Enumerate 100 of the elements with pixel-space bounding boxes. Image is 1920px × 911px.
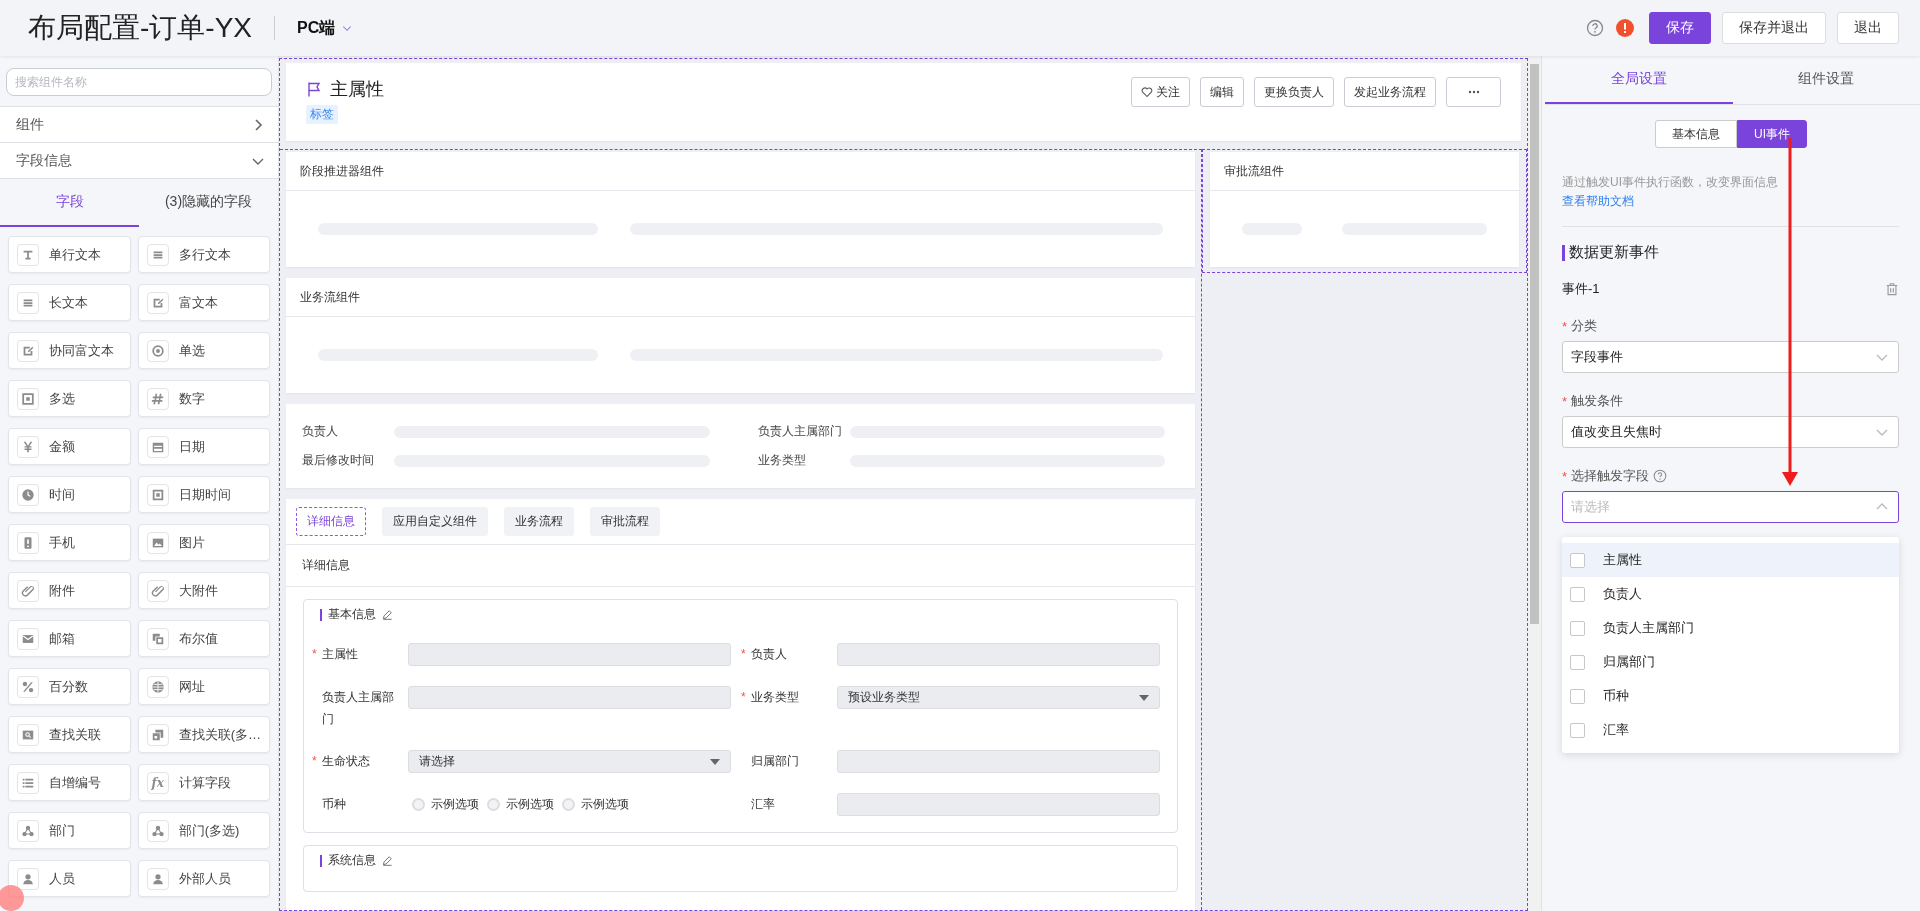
- select-field[interactable]: 字段事件: [1562, 341, 1899, 373]
- select-field[interactable]: 值改变且失焦时: [1562, 416, 1899, 448]
- radio-option[interactable]: 示例选项: [412, 796, 479, 813]
- select-field[interactable]: 预设业务类型: [837, 686, 1160, 709]
- search-field[interactable]: 搜索组件名称: [6, 68, 272, 96]
- formula-icon: fx: [151, 775, 164, 790]
- input-field[interactable]: [837, 793, 1160, 816]
- field-type-item[interactable]: 数字: [137, 380, 270, 417]
- field-type-item[interactable]: 多选: [8, 380, 131, 417]
- save-button[interactable]: 保存: [1649, 12, 1711, 44]
- checkbox[interactable]: [1570, 620, 1585, 636]
- radio-option[interactable]: 示例选项: [562, 796, 629, 813]
- field-type-item[interactable]: 单选: [137, 332, 270, 369]
- field-type-item[interactable]: 多行文本: [137, 236, 270, 273]
- field-type-label: 协同富文本: [49, 341, 114, 360]
- tab[interactable]: 业务流程: [504, 507, 574, 536]
- field-type-item[interactable]: 自增编号: [8, 764, 131, 801]
- field-type-label: 布尔值: [178, 629, 218, 648]
- more-button[interactable]: [1446, 77, 1501, 107]
- checkbox[interactable]: [1570, 688, 1585, 704]
- tab[interactable]: 应用自定义组件: [382, 507, 488, 536]
- segment-button[interactable]: 基本信息: [1655, 120, 1737, 148]
- radio-option[interactable]: 示例选项: [487, 796, 554, 813]
- field-type-item[interactable]: 附件: [8, 572, 131, 609]
- tab[interactable]: 详细信息: [296, 507, 366, 536]
- platform-dropdown[interactable]: PC端: [297, 17, 354, 39]
- segment-button[interactable]: UI事件: [1737, 120, 1807, 148]
- field-type-item[interactable]: 图片: [137, 524, 270, 561]
- field-type-label: 数字: [178, 389, 205, 408]
- overlapping-squares-icon: [150, 631, 165, 646]
- action-button[interactable]: 发起业务流程: [1344, 77, 1436, 107]
- dropdown-option[interactable]: 主属性: [1562, 543, 1899, 577]
- header-button[interactable]: 保存并退出: [1722, 12, 1826, 44]
- field-type-label: 时间: [49, 485, 75, 504]
- field-type-item[interactable]: 日期时间: [137, 476, 270, 513]
- field-type-label: 部门: [49, 821, 75, 840]
- dropdown-option[interactable]: 币种: [1562, 679, 1899, 713]
- help-link[interactable]: 查看帮助文档: [1562, 193, 1634, 210]
- triangle-nodes-icon: [150, 823, 165, 838]
- dropdown-option[interactable]: 负责人主属部门: [1562, 611, 1899, 645]
- action-button[interactable]: 更换负责人: [1254, 77, 1334, 107]
- field-type-label: 图片: [178, 533, 205, 552]
- select-field[interactable]: 请选择: [408, 750, 731, 773]
- field-type-item[interactable]: 协同富文本: [8, 332, 131, 369]
- field-type-item[interactable]: 金额: [8, 428, 131, 465]
- field-type-item[interactable]: 邮箱: [8, 620, 131, 657]
- field-type-label: 自增编号: [49, 773, 101, 792]
- required-mark: *: [312, 646, 318, 663]
- field-label: 负责人主属部门: [322, 689, 395, 728]
- event-name: 事件-1: [1562, 280, 1600, 298]
- checkbox[interactable]: [1570, 654, 1585, 670]
- summary-label: 负责人主属部门: [757, 423, 843, 440]
- dropdown-option[interactable]: 归属部门: [1562, 645, 1899, 679]
- field-type-item[interactable]: 部门: [8, 812, 131, 849]
- field-type-item[interactable]: 日期: [137, 428, 270, 465]
- tab[interactable]: 组件设置: [1732, 56, 1920, 104]
- input-field[interactable]: [837, 643, 1160, 666]
- field-type-item[interactable]: 网址: [137, 668, 270, 705]
- field-label: 分类: [1571, 317, 1598, 335]
- header-button[interactable]: 退出: [1837, 12, 1899, 44]
- dropdown-option[interactable]: 汇率: [1562, 713, 1899, 747]
- section-header[interactable]: 组件: [0, 106, 278, 142]
- pencil-icon: [382, 609, 393, 620]
- field-type-item[interactable]: 富文本: [137, 284, 270, 321]
- field-type-item[interactable]: 布尔值: [137, 620, 270, 657]
- required-mark: *: [1562, 468, 1568, 484]
- section-header[interactable]: 字段信息: [0, 142, 278, 178]
- field-type-item[interactable]: 手机: [8, 524, 131, 561]
- checkbox[interactable]: [1570, 586, 1585, 602]
- input-field[interactable]: [408, 686, 731, 709]
- field-type-item[interactable]: 长文本: [8, 284, 131, 321]
- field-type-item[interactable]: 查找关联: [8, 716, 131, 753]
- tab[interactable]: 审批流程: [590, 507, 660, 536]
- field-type-item[interactable]: 大附件: [137, 572, 270, 609]
- field-type-label: 查找关联(多…: [178, 725, 261, 744]
- field-label: 负责人: [751, 646, 787, 663]
- checkbox[interactable]: [1570, 722, 1585, 738]
- field-type-item[interactable]: 时间: [8, 476, 131, 513]
- dropdown-option[interactable]: 负责人: [1562, 577, 1899, 611]
- checkbox[interactable]: [1570, 552, 1585, 568]
- tab[interactable]: (3)隐藏的字段: [139, 179, 278, 227]
- input-field[interactable]: [408, 643, 731, 666]
- field-type-item[interactable]: fx 计算字段: [137, 764, 270, 801]
- field-type-item[interactable]: 人员: [8, 860, 131, 897]
- follow-button[interactable]: 关注: [1131, 77, 1190, 107]
- input-field[interactable]: [837, 750, 1160, 773]
- tab[interactable]: 字段: [0, 179, 139, 227]
- field-type-item[interactable]: 部门(多选): [137, 812, 270, 849]
- field-type-item[interactable]: 查找关联(多…: [137, 716, 270, 753]
- person-icon: [150, 871, 165, 886]
- caret-down-icon: [710, 758, 720, 765]
- pencil-icon: [382, 855, 393, 866]
- scrollbar-thumb[interactable]: [1530, 64, 1539, 624]
- field-label: 汇率: [751, 796, 775, 813]
- section-title: 数据更新事件: [1569, 243, 1659, 262]
- tab[interactable]: 全局设置: [1545, 56, 1733, 104]
- action-button[interactable]: 编辑: [1200, 77, 1244, 107]
- field-type-item[interactable]: 外部人员: [137, 860, 270, 897]
- field-type-item[interactable]: 百分数: [8, 668, 131, 705]
- field-type-item[interactable]: 单行文本: [8, 236, 131, 273]
